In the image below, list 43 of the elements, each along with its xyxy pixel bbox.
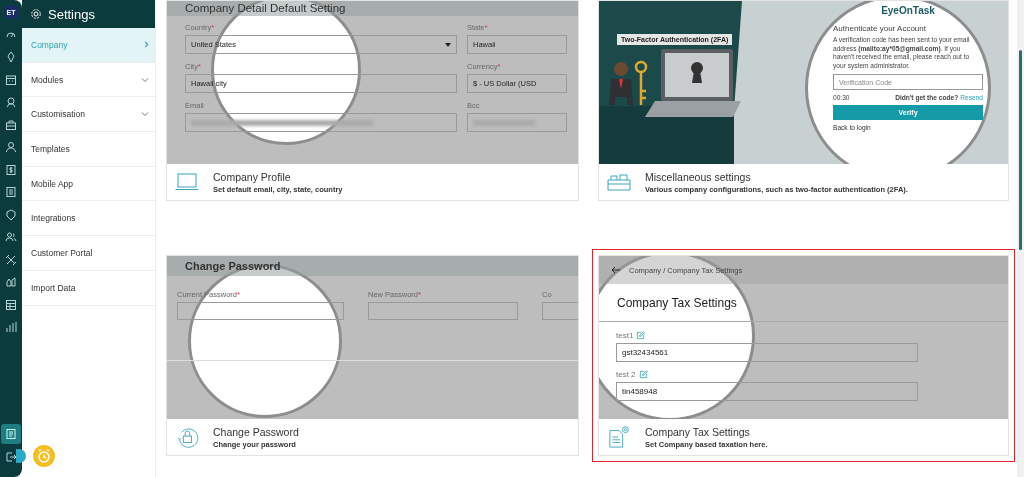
preview-heading: Company Detail Default Setting <box>167 1 578 16</box>
table-icon[interactable] <box>5 298 17 311</box>
brand-name: EyeOnTask <box>880 5 936 16</box>
laptop-icon <box>175 171 199 193</box>
password-field[interactable] <box>177 302 344 320</box>
badge-icon[interactable] <box>5 208 17 221</box>
document-icon[interactable] <box>1 423 21 444</box>
chevron-down-icon <box>141 76 149 83</box>
chevron-right-icon <box>144 41 149 49</box>
login-heading: Authenticate your Account <box>833 24 927 33</box>
sidebar-title: Settings <box>48 6 95 22</box>
lock-icon <box>175 426 199 448</box>
people-icon[interactable] <box>5 231 17 243</box>
password-field[interactable] <box>368 302 518 320</box>
card-title: Miscellaneous settings <box>645 170 752 183</box>
logout-icon[interactable] <box>5 451 17 463</box>
card-title: Company Profile <box>213 170 292 183</box>
preview-heading: Company Tax Settings <box>599 284 1008 322</box>
password-field[interactable] <box>542 302 578 320</box>
caret-icon <box>445 42 451 47</box>
field-label: test 2 <box>616 370 636 379</box>
dollar-icon[interactable] <box>5 163 17 176</box>
field-label: test1 <box>616 331 634 340</box>
card-title: Company Tax Settings <box>645 425 751 438</box>
tools-icon[interactable] <box>5 253 17 266</box>
person-icon[interactable] <box>5 141 17 153</box>
card-title: Change Password <box>213 425 299 438</box>
briefcase-icon[interactable] <box>5 118 17 131</box>
preview-heading: Change Password <box>167 256 578 276</box>
toolbox-icon <box>607 171 631 193</box>
diamond-icon[interactable] <box>5 51 17 63</box>
list-icon[interactable] <box>5 186 17 198</box>
document-gear-icon <box>607 426 631 448</box>
bar-chart-icon[interactable] <box>5 321 17 333</box>
pin-person-icon[interactable] <box>5 96 17 108</box>
chevron-down-icon <box>141 111 149 118</box>
input-field[interactable]: gst32434561 <box>616 343 918 362</box>
settings-card[interactable] <box>598 0 1009 201</box>
scrollbar[interactable] <box>1017 0 1024 477</box>
calendar-icon[interactable] <box>5 73 17 86</box>
input-field[interactable]: tin458948 <box>616 382 918 401</box>
back-arrow-icon[interactable] <box>611 266 621 274</box>
settings-icon <box>30 8 42 20</box>
